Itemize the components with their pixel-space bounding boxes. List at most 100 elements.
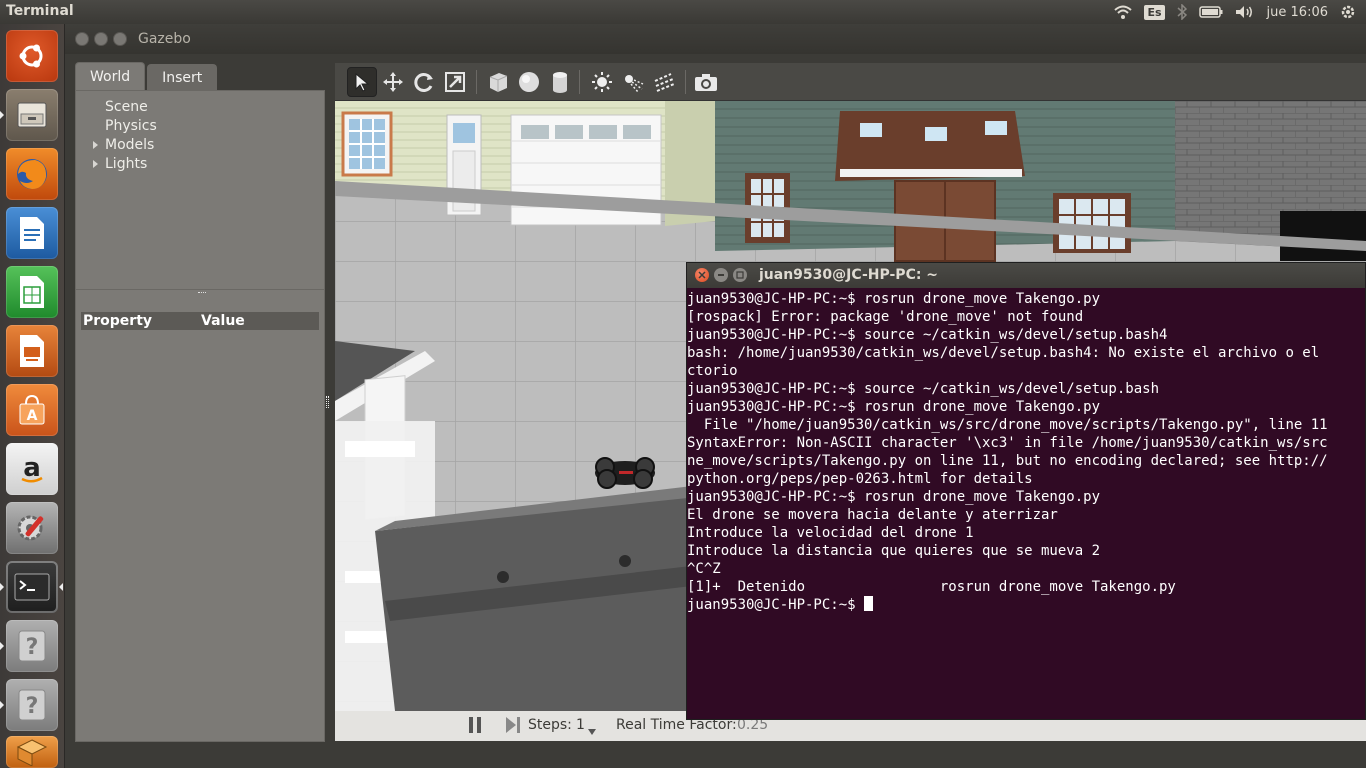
chevron-down-icon[interactable] [588, 723, 596, 739]
svg-text:?: ? [26, 635, 39, 660]
expand-arrow-icon[interactable] [93, 141, 98, 149]
scale-icon[interactable] [440, 67, 470, 97]
running-indicator [0, 111, 4, 119]
terminal-line: juan9530@JC-HP-PC:~$ rosrun drone_move T… [687, 291, 1101, 307]
launcher-item-unknown-app-1[interactable]: ? [6, 620, 58, 672]
presentation-impress-icon [20, 335, 44, 367]
cylinder-icon[interactable] [545, 67, 575, 97]
ubuntu-logo-icon [19, 44, 43, 68]
launcher-item-ubuntu-dash[interactable] [6, 30, 58, 82]
svg-text:?: ? [26, 694, 39, 719]
launcher-item-files[interactable] [6, 89, 58, 141]
point-light-icon[interactable] [587, 67, 617, 97]
launcher-item-impress[interactable] [6, 325, 58, 377]
launcher-item-firefox[interactable] [6, 148, 58, 200]
question-mark-icon: ? [18, 689, 46, 721]
amazon-icon: a [21, 453, 43, 483]
terminal-line: ne_move/scripts/Takengo.py on line 11, b… [687, 453, 1328, 469]
launcher-item-amazon[interactable]: a [6, 443, 58, 495]
minimize-button[interactable] [714, 268, 728, 282]
tree-item-lights[interactable]: Lights [105, 156, 147, 172]
document-writer-icon [20, 217, 44, 249]
drone-model [595, 457, 655, 489]
terminal-line: El drone se movera hacia delante y aterr… [687, 507, 1058, 523]
terminal-title: juan9530@JC-HP-PC: ~ [759, 267, 939, 283]
terminal-line: juan9530@JC-HP-PC:~$ rosrun drone_move T… [687, 399, 1101, 415]
property-table-header: Property Value [81, 312, 319, 330]
terminal-line: [1]+ Detenido rosrun drone_move Takengo.… [687, 579, 1176, 595]
tab-world[interactable]: World [75, 62, 146, 90]
directional-light-icon[interactable] [649, 67, 679, 97]
terminal-line: Introduce la velocidad del drone 1 [687, 525, 974, 541]
screenshot-icon[interactable] [691, 67, 721, 97]
gazebo-titlebar: Gazebo [65, 24, 1366, 54]
running-indicator [0, 701, 4, 709]
volume-icon[interactable] [1235, 0, 1255, 24]
panel-tabs: World Insert [75, 62, 218, 90]
maximize-button[interactable] [733, 268, 747, 282]
step-icon[interactable] [505, 716, 521, 738]
system-tray: Es jue 16:06 [1114, 0, 1356, 24]
tree-item-physics[interactable]: Physics [105, 118, 157, 134]
tree-item-models[interactable]: Models [105, 137, 154, 153]
toolbar-separator [579, 70, 580, 94]
sphere-icon[interactable] [514, 67, 544, 97]
select-arrow-icon[interactable] [347, 67, 377, 97]
launcher-item-calc[interactable] [6, 266, 58, 318]
terminal-prompt: juan9530@JC-HP-PC:~$ [687, 597, 865, 613]
close-button[interactable] [75, 32, 89, 46]
battery-icon[interactable] [1198, 0, 1223, 24]
terminal-output[interactable]: juan9530@JC-HP-PC:~$ rosrun drone_move T… [687, 290, 1365, 720]
scene-toolbar [335, 63, 1366, 101]
panel-resize-handle[interactable] [326, 396, 329, 408]
bluetooth-icon[interactable] [1177, 0, 1187, 24]
world-tree: Scene Physics Models Lights [75, 90, 325, 290]
expand-arrow-icon[interactable] [93, 160, 98, 168]
spreadsheet-calc-icon [20, 276, 44, 308]
svg-text:A: A [27, 408, 38, 424]
wifi-icon[interactable] [1114, 0, 1133, 24]
box-icon[interactable] [483, 67, 513, 97]
terminal-line: SyntaxError: Non-ASCII character '\xc3' … [687, 435, 1328, 451]
terminal-prompt-line[interactable]: juan9530@JC-HP-PC:~$ [687, 596, 1365, 614]
steps-label: Steps: [528, 717, 572, 733]
tab-insert[interactable]: Insert [147, 64, 218, 90]
keyboard-icon[interactable]: Es [1144, 0, 1165, 24]
steps-value[interactable]: 1 [576, 717, 585, 733]
top-panel: Terminal Es jue 16:06 [0, 0, 1366, 24]
running-indicator [0, 642, 4, 650]
minimize-button[interactable] [94, 32, 108, 46]
terminal-line: File "/home/juan9530/catkin_ws/src/drone… [687, 417, 1328, 433]
launcher-item-writer[interactable] [6, 207, 58, 259]
terminal-line: ctorio [687, 363, 738, 379]
virtualbox-cube-icon [16, 739, 48, 766]
clock[interactable]: jue 16:06 [1267, 5, 1328, 20]
text-cursor [864, 596, 874, 611]
launcher-item-virtualbox[interactable] [6, 736, 58, 768]
maximize-button[interactable] [113, 32, 127, 46]
terminal-line: juan9530@JC-HP-PC:~$ rosrun drone_move T… [687, 489, 1101, 505]
launcher-item-software-center[interactable]: A [6, 384, 58, 436]
power-gear-icon[interactable] [1340, 0, 1356, 24]
rotate-icon[interactable] [409, 67, 439, 97]
splitter-handle[interactable] [198, 292, 206, 295]
world-panel: World Insert Scene Physics Models Lights… [75, 62, 325, 742]
tree-item-scene[interactable]: Scene [105, 99, 148, 115]
svg-text:a: a [23, 453, 41, 483]
terminal-line: bash: /home/juan9530/catkin_ws/devel/set… [687, 345, 1320, 361]
terminal-line: juan9530@JC-HP-PC:~$ source ~/catkin_ws/… [687, 327, 1168, 343]
close-button[interactable] [695, 268, 709, 282]
launcher-item-system-settings[interactable] [6, 502, 58, 554]
launcher: A a ? ? [0, 24, 65, 768]
pause-icon[interactable] [468, 716, 482, 738]
toolbar-separator [685, 70, 686, 94]
shopping-bag-icon: A [19, 394, 45, 425]
translate-icon[interactable] [378, 67, 408, 97]
terminal-line: [rospack] Error: package 'drone_move' no… [687, 309, 1084, 325]
spot-light-icon[interactable] [618, 67, 648, 97]
keyboard-layout-badge: Es [1144, 4, 1165, 20]
launcher-item-terminal[interactable] [6, 561, 58, 613]
file-cabinet-icon [17, 102, 47, 128]
active-app-title: Terminal [6, 3, 74, 19]
launcher-item-unknown-app-2[interactable]: ? [6, 679, 58, 731]
